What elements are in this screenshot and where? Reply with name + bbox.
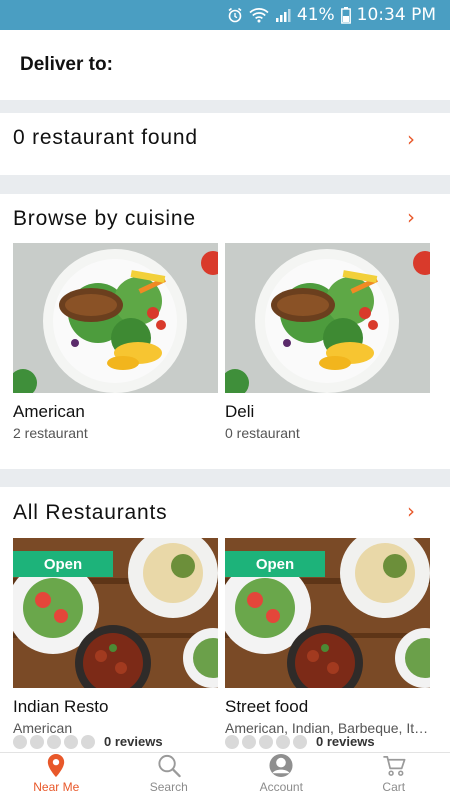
cuisine-card-deli[interactable]: Deli 0 restaurant <box>225 243 430 441</box>
cuisine-name: American <box>13 402 85 421</box>
nav-label: Account <box>259 780 303 794</box>
review-count: 0 reviews <box>104 734 163 749</box>
chevron-right-icon[interactable]: › <box>407 205 415 229</box>
nav-tab-search[interactable]: Search <box>113 753 226 800</box>
location-pin-icon <box>48 753 65 778</box>
restaurant-card-indian-resto[interactable]: Open Indian Resto American 0 reviews <box>13 538 218 749</box>
food-image <box>13 243 218 393</box>
status-bar: 41% 10:34 PM <box>0 0 450 30</box>
restaurant-name: Indian Resto <box>13 697 109 716</box>
search-icon <box>158 754 181 778</box>
star-icon <box>225 734 239 749</box>
chevron-right-icon: › <box>407 127 415 151</box>
chevron-right-icon[interactable]: › <box>407 499 415 523</box>
star-icon <box>259 734 273 749</box>
cuisine-restaurant-count: 2 restaurant <box>13 425 88 441</box>
food-image <box>225 243 430 393</box>
review-count: 0 reviews <box>316 734 375 749</box>
restaurant-image: Open <box>13 538 218 688</box>
star-icon <box>30 734 44 749</box>
all-restaurants-section: All Restaurants › Open Indian Resto Amer… <box>0 487 450 752</box>
star-icon <box>81 734 95 749</box>
cuisine-name: Deli <box>225 402 255 421</box>
nav-tab-near-me[interactable]: Near Me <box>0 753 113 800</box>
star-icon <box>293 734 307 749</box>
cuisine-restaurant-count: 0 restaurant <box>225 425 300 441</box>
restaurant-card-street-food[interactable]: Open Street food American, Indian, Barbe… <box>225 538 430 749</box>
deliver-to-bar[interactable]: Deliver to: <box>0 30 450 100</box>
rating-stars: 0 reviews <box>225 734 375 749</box>
star-icon <box>64 734 78 749</box>
account-icon <box>269 753 293 778</box>
restaurant-name: Street food <box>225 697 309 716</box>
restaurants-found-text: 0 restaurant found <box>13 126 198 149</box>
open-badge: Open <box>13 551 113 577</box>
battery-percent: 41% <box>296 5 335 25</box>
all-restaurants-title: All Restaurants <box>13 501 168 524</box>
restaurant-image: Open <box>225 538 430 688</box>
alarm-icon <box>227 7 243 23</box>
nav-label: Cart <box>382 780 406 794</box>
nav-tab-account[interactable]: Account <box>225 753 338 800</box>
deliver-to-label: Deliver to: <box>20 54 113 75</box>
browse-by-cuisine-section: Browse by cuisine › American 2 restauran… <box>0 194 450 469</box>
star-icon <box>13 734 27 749</box>
wifi-icon <box>249 7 269 23</box>
signal-icon <box>275 7 291 23</box>
star-icon <box>242 734 256 749</box>
cuisine-section-title: Browse by cuisine <box>13 207 196 230</box>
nav-tab-cart[interactable]: Cart <box>338 753 450 800</box>
star-icon <box>47 734 61 749</box>
open-badge: Open <box>225 551 325 577</box>
star-icon <box>276 734 290 749</box>
battery-icon <box>340 6 351 24</box>
bottom-navigation: Near Me Search Account Cart <box>0 752 450 800</box>
cuisine-card-american[interactable]: American 2 restaurant <box>13 243 218 441</box>
restaurants-found-row[interactable]: 0 restaurant found › <box>0 113 450 175</box>
cart-icon <box>383 755 406 776</box>
nav-label: Near Me <box>33 780 80 794</box>
clock: 10:34 PM <box>356 5 436 25</box>
nav-label: Search <box>149 780 188 794</box>
rating-stars: 0 reviews <box>13 734 163 749</box>
